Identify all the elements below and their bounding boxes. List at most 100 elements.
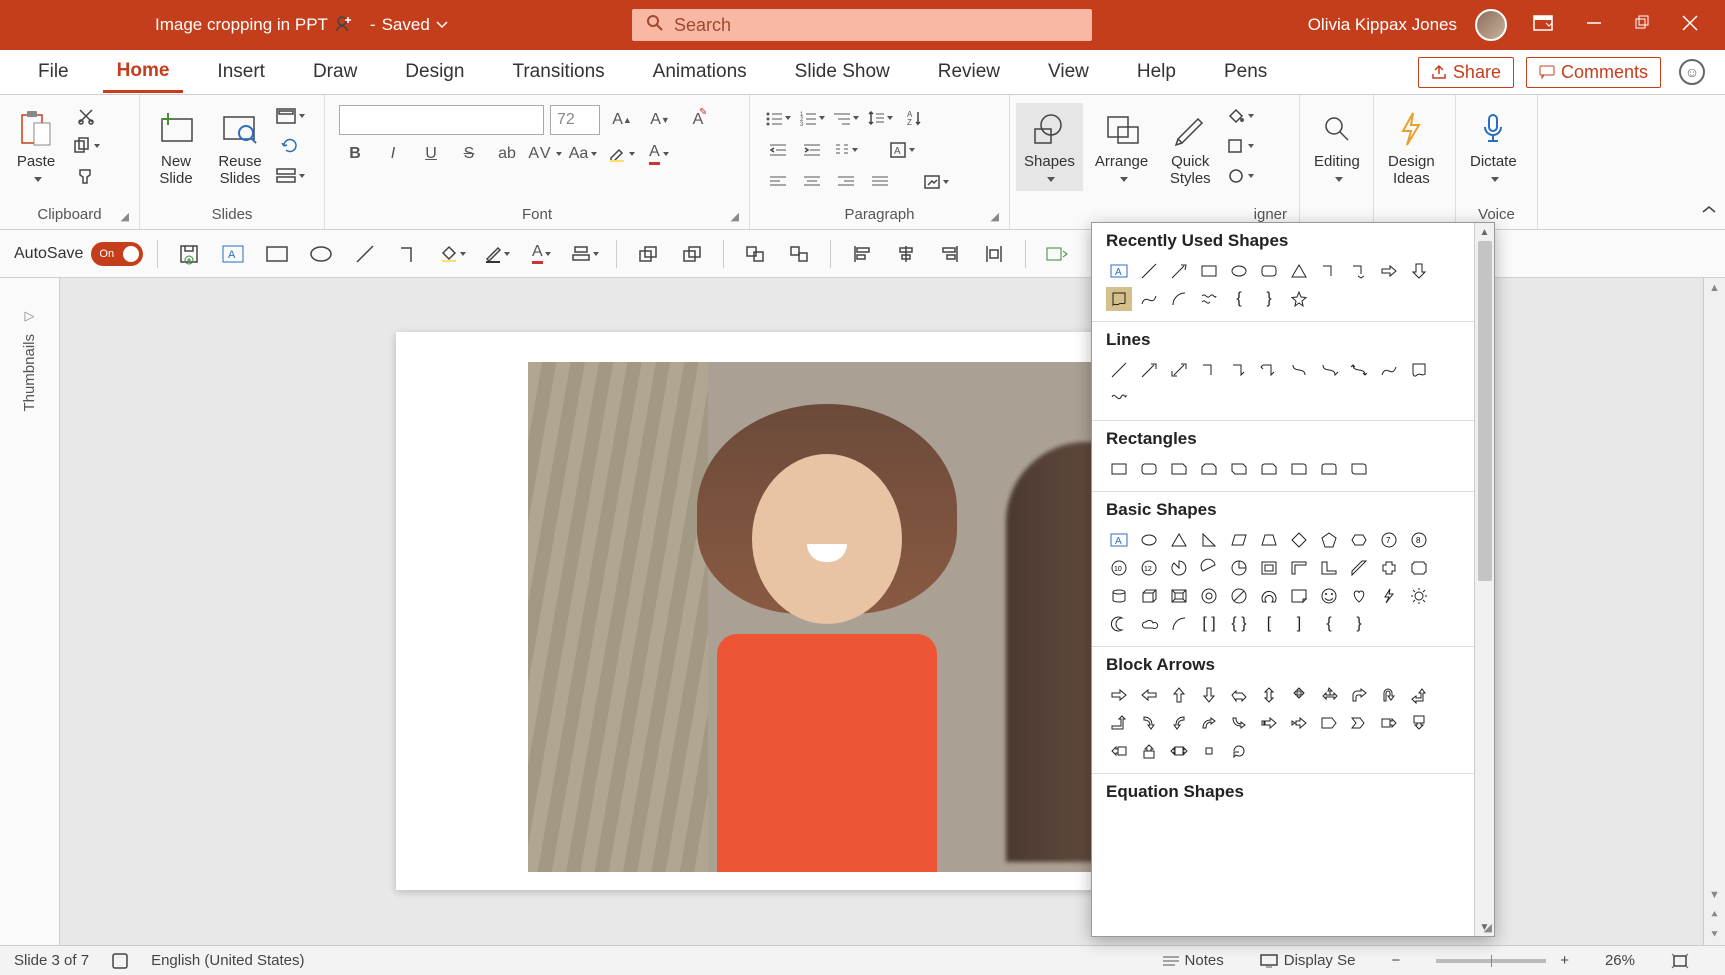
- elbow-connector-icon[interactable]: [392, 239, 426, 269]
- shape-ba-notched[interactable]: [1286, 711, 1312, 735]
- smartart-icon[interactable]: [920, 169, 952, 195]
- shape-elbow-arrow[interactable]: [1346, 259, 1372, 283]
- shape-line[interactable]: [1136, 259, 1162, 283]
- clipboard-launcher-icon[interactable]: ◢: [121, 210, 129, 223]
- shape-plaque[interactable]: [1406, 556, 1432, 580]
- zoom-slider[interactable]: [1436, 959, 1546, 963]
- tab-slideshow[interactable]: Slide Show: [781, 53, 904, 91]
- change-case-icon[interactable]: Aa: [567, 141, 599, 167]
- shape-ba-leftup[interactable]: [1406, 683, 1432, 707]
- shape-elbow-arrow2[interactable]: [1226, 358, 1252, 382]
- dd-scroll-thumb[interactable]: [1478, 241, 1492, 581]
- shape-pie[interactable]: [1166, 556, 1192, 580]
- shape-heptagon[interactable]: 7: [1376, 528, 1402, 552]
- bullets-icon[interactable]: [762, 105, 794, 131]
- shape-right-brace[interactable]: }: [1256, 287, 1282, 311]
- clear-formatting-icon[interactable]: A✎: [682, 107, 714, 133]
- close-button[interactable]: [1675, 14, 1705, 37]
- shape-double-arrow[interactable]: [1166, 358, 1192, 382]
- font-size-input[interactable]: 72: [550, 105, 600, 135]
- shape-noentry[interactable]: [1226, 584, 1252, 608]
- display-settings-button[interactable]: Display Se: [1260, 952, 1356, 969]
- maximize-button[interactable]: [1627, 14, 1657, 37]
- align-center-obj-icon[interactable]: [889, 239, 923, 269]
- shape-line2[interactable]: [1106, 358, 1132, 382]
- shape-oval2[interactable]: [1136, 528, 1162, 552]
- shape-ba-right[interactable]: [1106, 683, 1132, 707]
- shape-ba-leftrightup[interactable]: [1316, 683, 1342, 707]
- shape-rect-snip1[interactable]: [1166, 457, 1192, 481]
- shape-rect-round2[interactable]: [1316, 457, 1342, 481]
- arrange-button[interactable]: Arrange: [1087, 103, 1156, 191]
- layout-icon[interactable]: [274, 103, 306, 129]
- vertical-scrollbar[interactable]: ▲ ▼ ⯅ ⯆: [1703, 278, 1725, 945]
- tab-file[interactable]: File: [24, 53, 83, 91]
- align-left-obj-icon[interactable]: [845, 239, 879, 269]
- shape-freeform[interactable]: [1106, 386, 1132, 410]
- shape-fill-qa-icon[interactable]: [436, 239, 470, 269]
- shape-triangle2[interactable]: [1166, 528, 1192, 552]
- shape-diamond[interactable]: [1286, 528, 1312, 552]
- shape-left-bracket[interactable]: [: [1256, 612, 1282, 636]
- align-left-icon[interactable]: [762, 169, 794, 195]
- shape-arrow-line[interactable]: [1166, 259, 1192, 283]
- search-box[interactable]: [632, 9, 1092, 41]
- shape-textbox2[interactable]: A: [1106, 528, 1132, 552]
- tab-animations[interactable]: Animations: [639, 53, 761, 91]
- fit-to-window-icon[interactable]: [1671, 953, 1689, 969]
- send-backward-icon[interactable]: [675, 239, 709, 269]
- shape-curve[interactable]: [1136, 287, 1162, 311]
- italic-icon[interactable]: I: [377, 141, 409, 167]
- document-title-area[interactable]: Image cropping in PPT - Saved: [155, 14, 448, 37]
- shape-octagon[interactable]: 8: [1406, 528, 1432, 552]
- shape-rect-snip-diag[interactable]: [1226, 457, 1252, 481]
- shape-rect-snip2[interactable]: [1196, 457, 1222, 481]
- shape-right-arrow[interactable]: [1376, 259, 1402, 283]
- reuse-slides-button[interactable]: Reuse Slides: [210, 103, 270, 191]
- autosave-toggle[interactable]: On: [91, 242, 143, 266]
- shape-right-bracket[interactable]: ]: [1286, 612, 1312, 636]
- font-color-qa-icon[interactable]: A: [524, 239, 558, 269]
- shape-cross[interactable]: [1376, 556, 1402, 580]
- shape-sun[interactable]: [1406, 584, 1432, 608]
- dropdown-resize-icon[interactable]: ◢: [1484, 921, 1492, 934]
- shapes-button[interactable]: Shapes: [1016, 103, 1083, 191]
- tab-draw[interactable]: Draw: [299, 53, 371, 91]
- user-name[interactable]: Olivia Kippax Jones: [1308, 15, 1457, 35]
- shape-dodecagon[interactable]: 12: [1136, 556, 1162, 580]
- strikethrough-icon[interactable]: S: [453, 141, 485, 167]
- shape-freeform-curve[interactable]: [1376, 358, 1402, 382]
- slide-indicator[interactable]: Slide 3 of 7: [14, 952, 89, 969]
- shape-ba-uturn[interactable]: [1376, 683, 1402, 707]
- shape-curved-arrow[interactable]: [1316, 358, 1342, 382]
- bold-icon[interactable]: B: [339, 141, 371, 167]
- list-level-icon[interactable]: [830, 105, 862, 131]
- shape-curved-conn[interactable]: [1286, 358, 1312, 382]
- shape-triangle[interactable]: [1286, 259, 1312, 283]
- highlight-icon[interactable]: [605, 141, 637, 167]
- shape-elbow2[interactable]: [1196, 358, 1222, 382]
- shape-arc2[interactable]: [1166, 612, 1192, 636]
- shape-double-wave[interactable]: [1196, 287, 1222, 311]
- shape-right-triangle[interactable]: [1196, 528, 1222, 552]
- search-input[interactable]: [674, 15, 1078, 36]
- shape-hexagon[interactable]: [1346, 528, 1372, 552]
- shape-ba-leftcallout[interactable]: [1106, 739, 1132, 763]
- editing-button[interactable]: Editing: [1306, 103, 1368, 191]
- shape-double-brace[interactable]: { }: [1226, 612, 1252, 636]
- shape-cube[interactable]: [1136, 584, 1162, 608]
- shape-elbow[interactable]: [1316, 259, 1342, 283]
- section-icon[interactable]: [274, 163, 306, 189]
- tab-insert[interactable]: Insert: [203, 53, 279, 91]
- shape-flowchart-doc[interactable]: [1106, 287, 1132, 311]
- shape-ba-rightcallout[interactable]: [1376, 711, 1402, 735]
- shape-teardrop[interactable]: [1226, 556, 1252, 580]
- shape-ba-curvedright[interactable]: [1136, 711, 1162, 735]
- zoom-out-icon[interactable]: −: [1391, 952, 1400, 969]
- line-spacing-icon[interactable]: [864, 105, 896, 131]
- line-shape-icon[interactable]: [348, 239, 382, 269]
- thumbnail-pane[interactable]: ▷ Thumbnails: [0, 278, 60, 945]
- tab-review[interactable]: Review: [924, 53, 1014, 91]
- sort-icon[interactable]: AZ: [898, 105, 930, 131]
- shape-rect-round1[interactable]: [1286, 457, 1312, 481]
